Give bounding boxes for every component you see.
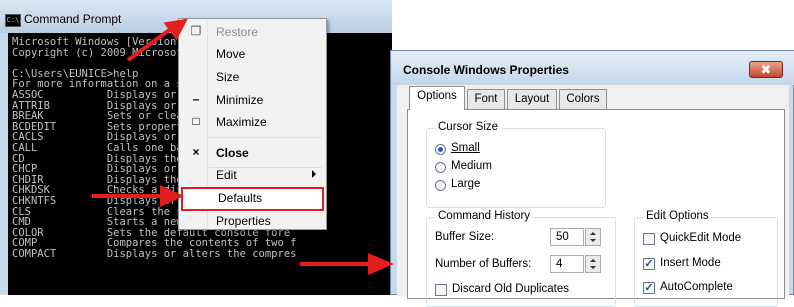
tab-colors[interactable]: Colors xyxy=(559,89,607,109)
discard-duplicates-checkbox[interactable] xyxy=(435,284,447,296)
cmd-window-title: Command Prompt xyxy=(24,12,122,26)
submenu-arrow-icon xyxy=(312,170,316,178)
cursor-small-label: Small xyxy=(451,142,480,154)
quickedit-checkbox[interactable] xyxy=(643,233,655,245)
menu-separator xyxy=(209,137,322,138)
buffer-size-input[interactable]: 50 xyxy=(550,228,584,246)
cursor-large-label: Large xyxy=(451,178,481,190)
cursor-medium-label: Medium xyxy=(451,160,492,172)
spin-up-icon xyxy=(590,232,596,235)
arrow-to-defaults-line xyxy=(92,194,162,198)
menu-item-edit[interactable]: Edit xyxy=(179,165,326,186)
spin-down-icon xyxy=(590,266,596,269)
menu-item-properties[interactable]: Properties xyxy=(179,211,326,232)
autocomplete-label: AutoComplete xyxy=(660,281,733,293)
tab-font[interactable]: Font xyxy=(467,89,505,109)
menu-item-label: Move xyxy=(216,47,246,61)
menu-item-defaults[interactable]: Defaults xyxy=(181,187,324,211)
menu-item-label: Size xyxy=(216,70,240,84)
number-of-buffers-spinner[interactable] xyxy=(585,255,601,273)
menu-item-minimize[interactable]: – Minimize xyxy=(179,90,326,111)
spin-up-icon xyxy=(590,259,596,262)
buffer-size-spinner[interactable] xyxy=(585,228,601,246)
menu-item-maximize[interactable]: □ Maximize xyxy=(179,112,326,133)
insert-mode-label: Insert Mode xyxy=(660,257,721,269)
menu-item-label: Maximize xyxy=(216,115,267,129)
dialog-title: Console Windows Properties xyxy=(403,63,569,77)
system-context-menu: ❐ Restore Move Size – Minimize □ Maximiz… xyxy=(178,18,327,230)
minimize-icon: – xyxy=(192,92,200,106)
dialog-body: Options Font Layout Colors Cursor Size S… xyxy=(397,85,789,307)
tab-layout[interactable]: Layout xyxy=(507,89,557,109)
menu-item-label: Restore xyxy=(216,25,259,39)
cursor-medium-radio[interactable] xyxy=(435,162,446,173)
quickedit-label: QuickEdit Mode xyxy=(660,232,742,244)
insert-mode-checkbox[interactable]: ✓ xyxy=(643,258,655,270)
options-tab-panel: Cursor Size Small Medium Large Command H… xyxy=(407,109,785,307)
group-title: Edit Options xyxy=(643,210,712,222)
menu-item-label: Minimize xyxy=(216,93,264,107)
close-icon: × xyxy=(192,145,200,159)
menu-item-move[interactable]: Move xyxy=(179,44,326,65)
autocomplete-checkbox[interactable]: ✓ xyxy=(643,282,655,294)
close-icon: ✖ xyxy=(760,62,772,77)
arrow-to-dialog-head xyxy=(368,253,394,275)
cmd-icon[interactable]: C:\ xyxy=(5,14,21,27)
menu-item-label: Close xyxy=(216,146,249,160)
console-line: COMPACT Displays or alters the compres xyxy=(12,248,297,260)
close-button[interactable]: ✖ xyxy=(749,61,783,78)
menu-item-label: Properties xyxy=(216,214,271,228)
menu-item-size[interactable]: Size xyxy=(179,67,326,88)
menu-item-restore[interactable]: ❐ Restore xyxy=(179,22,326,43)
cursor-large-radio[interactable] xyxy=(435,180,446,191)
group-title: Command History xyxy=(435,210,534,222)
edit-options-group: Edit Options QuickEdit Mode ✓ Insert Mod… xyxy=(634,210,778,307)
console-properties-dialog: Console Windows Properties ✖ Options Fon… xyxy=(390,50,794,307)
cursor-size-group: Cursor Size Small Medium Large xyxy=(426,121,606,208)
menu-item-label: Edit xyxy=(216,168,237,182)
menu-item-label: Defaults xyxy=(218,191,263,205)
discard-duplicates-label: Discard Old Duplicates xyxy=(452,283,569,295)
command-history-group: Command History Buffer Size: 50 Number o… xyxy=(426,210,616,307)
menu-item-close[interactable]: × Close xyxy=(179,143,326,164)
tab-options[interactable]: Options xyxy=(409,86,465,110)
group-title: Cursor Size xyxy=(435,121,502,133)
spin-down-icon xyxy=(590,239,596,242)
arrow-to-defaults-head xyxy=(160,185,184,207)
arrow-to-dialog-line xyxy=(300,262,370,266)
number-of-buffers-input[interactable]: 4 xyxy=(550,255,584,273)
buffer-size-label: Buffer Size: xyxy=(435,231,495,243)
maximize-icon: □ xyxy=(192,114,200,128)
dialog-title-bar[interactable]: Console Windows Properties ✖ xyxy=(391,51,794,85)
number-of-buffers-label: Number of Buffers: xyxy=(435,258,532,270)
cursor-small-radio[interactable] xyxy=(435,144,446,155)
